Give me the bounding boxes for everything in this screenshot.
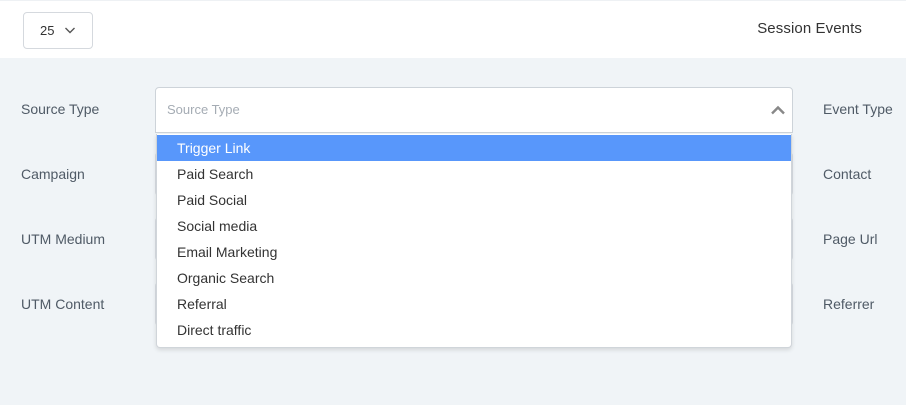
referrer-label: Referrer — [823, 296, 875, 312]
source-type-dropdown: Trigger Link Paid Search Paid Social Soc… — [156, 134, 792, 348]
contact-label: Contact — [823, 166, 872, 182]
option-social-media[interactable]: Social media — [157, 213, 791, 239]
option-email-marketing[interactable]: Email Marketing — [157, 239, 791, 265]
page-size-select[interactable]: 25 — [23, 12, 93, 49]
chevron-down-icon — [65, 27, 75, 34]
event-type-label: Event Type — [823, 101, 893, 117]
chevron-up-icon[interactable] — [770, 104, 786, 116]
utm-content-label: UTM Content — [21, 296, 105, 312]
page-title: Session Events — [757, 20, 862, 37]
option-paid-social[interactable]: Paid Social — [157, 187, 791, 213]
option-paid-search[interactable]: Paid Search — [157, 161, 791, 187]
page-size-value: 25 — [40, 23, 55, 38]
page-url-label: Page Url — [823, 231, 878, 247]
option-referral[interactable]: Referral — [157, 291, 791, 317]
option-organic-search[interactable]: Organic Search — [157, 265, 791, 291]
source-type-label: Source Type — [21, 101, 100, 117]
source-type-select[interactable]: Source Type — [155, 87, 793, 133]
option-direct-traffic[interactable]: Direct traffic — [157, 317, 791, 343]
table-toolbar: 25 Session Events — [0, 0, 906, 58]
source-type-placeholder: Source Type — [167, 102, 240, 117]
session-events-page: 25 Session Events Source Type Campaign U… — [0, 0, 906, 410]
campaign-label: Campaign — [21, 166, 85, 182]
utm-medium-label: UTM Medium — [21, 231, 106, 247]
panel-footer-strip — [0, 405, 906, 410]
option-trigger-link[interactable]: Trigger Link — [157, 135, 791, 161]
